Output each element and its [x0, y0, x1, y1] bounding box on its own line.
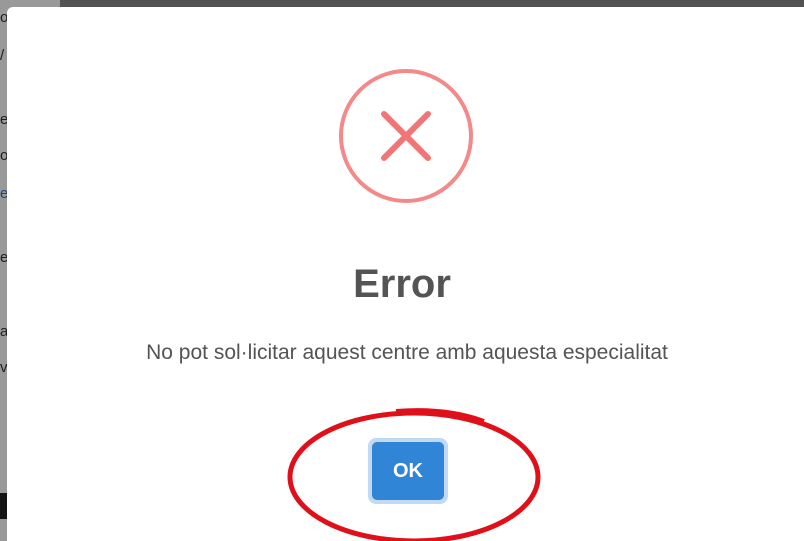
x-mark-icon	[381, 111, 431, 161]
ok-button[interactable]: OK	[372, 442, 444, 500]
dialog-title: Error	[353, 262, 451, 306]
error-x-icon	[339, 69, 473, 203]
dialog-message: No pot sol·licitar aquest centre amb aqu…	[146, 341, 668, 364]
